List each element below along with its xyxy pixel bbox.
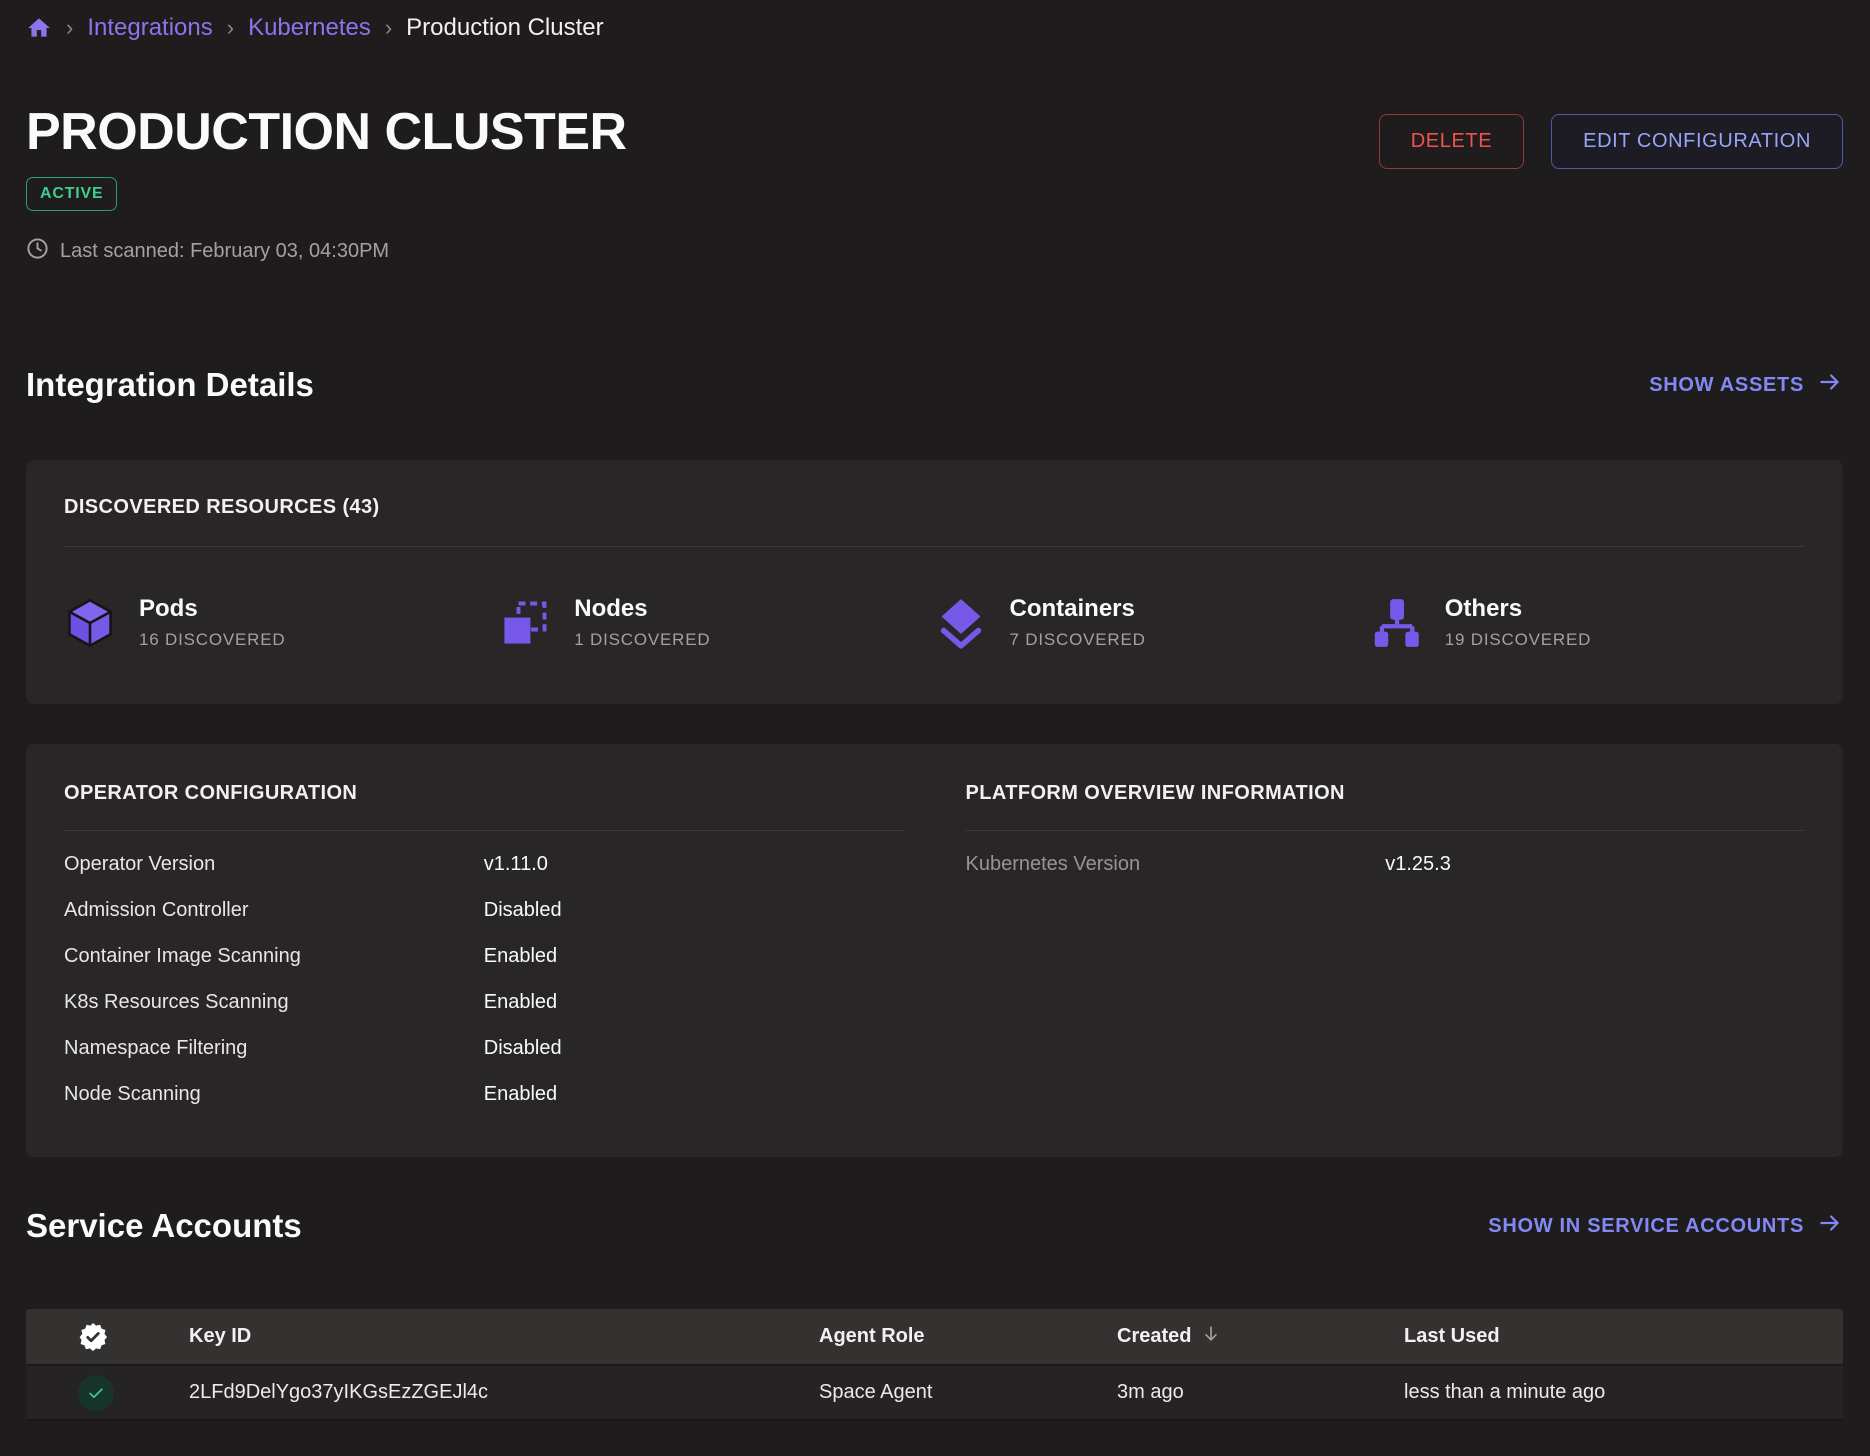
platform-overview: PLATFORM OVERVIEW INFORMATION Kubernetes…: [966, 782, 1806, 887]
resource-item-nodes: Nodes 1 DISCOVERED: [499, 595, 934, 650]
edit-configuration-button[interactable]: EDIT CONFIGURATION: [1551, 114, 1843, 169]
hierarchy-icon: [1370, 597, 1422, 649]
column-key-id[interactable]: Key ID: [189, 1325, 819, 1348]
resource-name: Pods: [139, 595, 285, 623]
column-last-used[interactable]: Last Used: [1404, 1325, 1843, 1348]
show-assets-link[interactable]: SHOW ASSETS: [1649, 369, 1843, 401]
delete-button[interactable]: DELETE: [1379, 114, 1524, 169]
cell-created: 3m ago: [1117, 1381, 1404, 1404]
show-in-service-accounts-link[interactable]: SHOW IN SERVICE ACCOUNTS: [1488, 1210, 1843, 1242]
column-created-label: Created: [1117, 1325, 1191, 1348]
resource-text: Pods 16 DISCOVERED: [139, 595, 285, 650]
config-label: K8s Resources Scanning: [64, 991, 484, 1014]
config-value: Enabled: [484, 991, 904, 1014]
resources-grid: Pods 16 DISCOVERED Nodes 1 DISCOVERED: [64, 595, 1805, 650]
config-row: Operator Version v1.11.0: [64, 841, 904, 887]
cell-last-used: less than a minute ago: [1404, 1381, 1843, 1404]
resource-item-pods: Pods 16 DISCOVERED: [64, 595, 499, 650]
discovered-resources-card: DISCOVERED RESOURCES (43) Pods 16 DISCOV…: [26, 460, 1843, 704]
resource-count: 7 DISCOVERED: [1010, 630, 1146, 650]
show-in-service-accounts-label: SHOW IN SERVICE ACCOUNTS: [1488, 1215, 1804, 1238]
resource-name: Nodes: [574, 595, 710, 623]
config-row: Container Image Scanning Enabled: [64, 933, 904, 979]
home-icon[interactable]: [26, 15, 52, 41]
breadcrumb-current: Production Cluster: [406, 14, 603, 42]
divider: [64, 546, 1805, 547]
config-value: Disabled: [484, 1037, 904, 1060]
arrow-right-icon: [1817, 369, 1843, 401]
config-row: Namespace Filtering Disabled: [64, 1025, 904, 1071]
divider: [64, 830, 904, 831]
column-created[interactable]: Created: [1117, 1324, 1404, 1350]
resource-count: 19 DISCOVERED: [1445, 630, 1591, 650]
resource-name: Others: [1445, 595, 1591, 623]
last-scanned: Last scanned: February 03, 04:30PM: [26, 237, 1843, 266]
resource-count: 1 DISCOVERED: [574, 630, 710, 650]
resource-item-containers: Containers 7 DISCOVERED: [935, 595, 1370, 650]
check-circle-icon: [26, 1375, 189, 1411]
breadcrumb-separator: ›: [66, 15, 73, 41]
resource-text: Nodes 1 DISCOVERED: [574, 595, 710, 650]
table-row[interactable]: 2LFd9DelYgo37yIKGsEzZGEJl4c Space Agent …: [26, 1364, 1843, 1421]
config-label: Node Scanning: [64, 1083, 484, 1106]
integration-details-title: Integration Details: [26, 366, 314, 404]
config-label: Container Image Scanning: [64, 945, 484, 968]
configuration-card: OPERATOR CONFIGURATION Operator Version …: [26, 744, 1843, 1157]
breadcrumb-separator: ›: [385, 15, 392, 41]
config-value: Disabled: [484, 899, 904, 922]
cube-icon: [64, 597, 116, 649]
page-title: PRODUCTION CLUSTER: [26, 104, 627, 161]
arrow-right-icon: [1817, 1210, 1843, 1242]
status-badge: ACTIVE: [26, 177, 117, 211]
config-row: Admission Controller Disabled: [64, 887, 904, 933]
discovered-resources-title: DISCOVERED RESOURCES (43): [64, 496, 1805, 519]
service-accounts-header: Service Accounts SHOW IN SERVICE ACCOUNT…: [26, 1207, 1843, 1245]
page-header: PRODUCTION CLUSTER ACTIVE DELETE EDIT CO…: [26, 104, 1843, 211]
config-value: Enabled: [484, 1083, 904, 1106]
resource-text: Containers 7 DISCOVERED: [1010, 595, 1146, 650]
breadcrumb-kubernetes[interactable]: Kubernetes: [248, 14, 371, 42]
platform-overview-title: PLATFORM OVERVIEW INFORMATION: [966, 782, 1806, 805]
config-value: Enabled: [484, 945, 904, 968]
cell-agent-role: Space Agent: [819, 1381, 1117, 1404]
verified-badge-icon: [26, 1322, 189, 1352]
layers-icon: [935, 597, 987, 649]
operator-configuration: OPERATOR CONFIGURATION Operator Version …: [64, 782, 904, 1117]
config-label: Namespace Filtering: [64, 1037, 484, 1060]
title-block: PRODUCTION CLUSTER ACTIVE: [26, 104, 627, 211]
config-row: K8s Resources Scanning Enabled: [64, 979, 904, 1025]
resource-item-others: Others 19 DISCOVERED: [1370, 595, 1805, 650]
config-label: Admission Controller: [64, 899, 484, 922]
breadcrumb-separator: ›: [227, 15, 234, 41]
breadcrumb: › Integrations › Kubernetes › Production…: [26, 0, 1843, 42]
resource-count: 16 DISCOVERED: [139, 630, 285, 650]
arrow-down-icon: [1201, 1324, 1221, 1350]
config-label: Operator Version: [64, 853, 484, 876]
last-scanned-text: Last scanned: February 03, 04:30PM: [60, 240, 389, 263]
divider: [966, 830, 1806, 831]
operator-configuration-title: OPERATOR CONFIGURATION: [64, 782, 904, 805]
config-row: Node Scanning Enabled: [64, 1071, 904, 1117]
resource-name: Containers: [1010, 595, 1146, 623]
cell-key-id: 2LFd9DelYgo37yIKGsEzZGEJl4c: [189, 1381, 819, 1404]
config-value: v1.11.0: [484, 853, 904, 876]
config-label: Kubernetes Version: [966, 853, 1386, 876]
service-accounts-title: Service Accounts: [26, 1207, 302, 1245]
integration-details-header: Integration Details SHOW ASSETS: [26, 366, 1843, 404]
node-copy-icon: [499, 597, 551, 649]
clock-icon: [26, 237, 49, 266]
service-accounts-table: Key ID Agent Role Created Last Used 2LFd…: [26, 1309, 1843, 1421]
table-header-row: Key ID Agent Role Created Last Used: [26, 1309, 1843, 1364]
resource-text: Others 19 DISCOVERED: [1445, 595, 1591, 650]
header-actions: DELETE EDIT CONFIGURATION: [1379, 114, 1843, 169]
config-row: Kubernetes Version v1.25.3: [966, 841, 1806, 887]
config-value: v1.25.3: [1385, 853, 1805, 876]
breadcrumb-integrations[interactable]: Integrations: [87, 14, 212, 42]
show-assets-label: SHOW ASSETS: [1649, 374, 1804, 397]
column-agent-role[interactable]: Agent Role: [819, 1325, 1117, 1348]
